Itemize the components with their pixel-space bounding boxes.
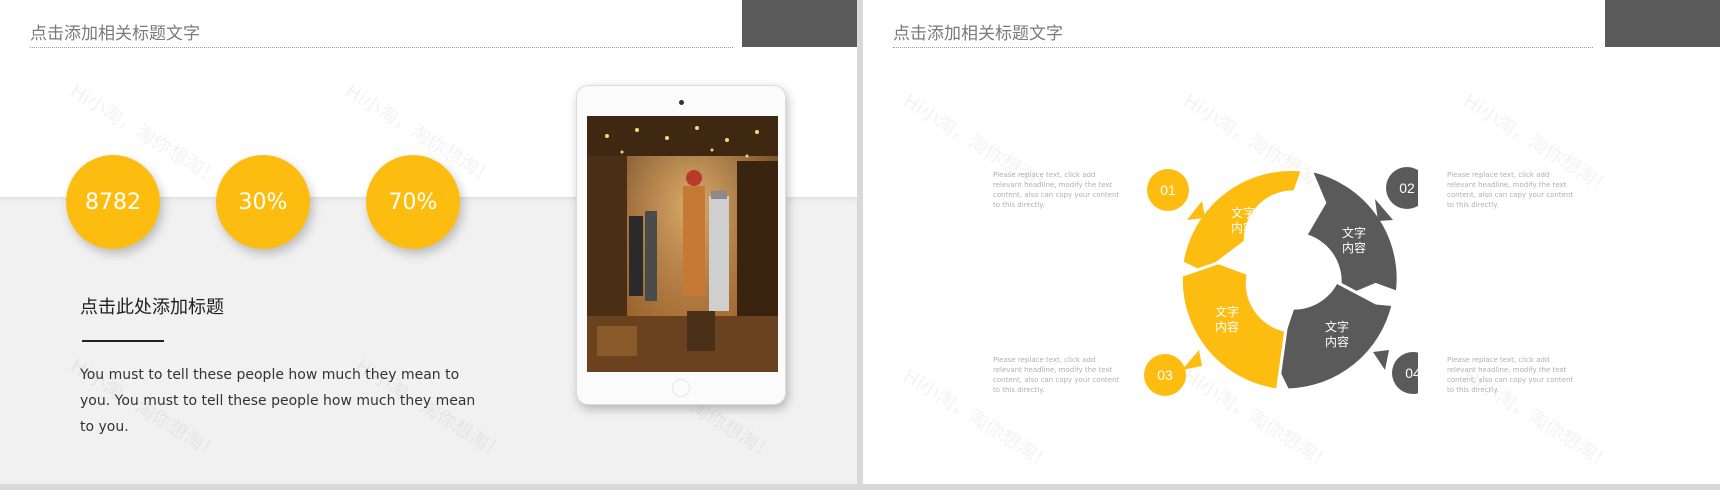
number-label-03: 03: [1157, 367, 1173, 383]
segment-label-line1: 文字: [1342, 225, 1366, 240]
arrow-tip-02: [1375, 199, 1393, 221]
segment-label-line2: 内容: [1231, 220, 1255, 235]
store-photo[interactable]: [587, 116, 778, 372]
corner-accent-block: [1605, 0, 1720, 47]
description-text-3[interactable]: Please replace text, click add relevant …: [993, 355, 1123, 395]
segment-label-line1: 文字: [1231, 205, 1255, 220]
slide-title[interactable]: 点击添加相关标题文字: [893, 19, 1063, 44]
tablet-mockup: [576, 85, 786, 405]
description-text-4[interactable]: Please replace text, click add relevant …: [1447, 355, 1577, 395]
arrow-tip-03: [1182, 350, 1202, 370]
number-label-04: 04: [1405, 365, 1418, 381]
stat-circle-2[interactable]: 30%: [216, 155, 310, 249]
slide-title[interactable]: 点击添加相关标题文字: [30, 19, 200, 44]
number-label-02: 02: [1399, 180, 1415, 196]
arrow-tip-04: [1373, 350, 1389, 370]
segment-label-line1: 文字: [1325, 319, 1349, 334]
home-button[interactable]: [672, 379, 690, 397]
stat-circle-3[interactable]: 70%: [366, 155, 460, 249]
slide-right: 点击添加相关标题文字 Hi小淘，淘你想淘！ Hi小淘，淘你想淘！ Hi小淘，淘你…: [863, 0, 1720, 484]
description-text-1[interactable]: Please replace text, click add relevant …: [993, 170, 1123, 210]
corner-accent-block: [742, 0, 857, 47]
title-divider: [30, 47, 733, 48]
body-paragraph[interactable]: You must to tell these people how much t…: [80, 362, 480, 440]
stat-circle-1[interactable]: 8782: [66, 155, 160, 249]
segment-label-line2: 内容: [1325, 334, 1349, 349]
segment-label-line1: 文字: [1215, 304, 1239, 319]
camera-dot: [679, 100, 684, 105]
segment-label-line2: 内容: [1342, 240, 1366, 255]
slide-left: 点击添加相关标题文字 Hi小淘，淘你想淘！ Hi小淘，淘你想淘！ Hi小淘，淘你…: [0, 0, 857, 484]
number-label-01: 01: [1160, 182, 1176, 198]
segment-label-line2: 内容: [1215, 319, 1239, 334]
cycle-diagram: 01 02 03 04 文字 内容 文字 内容 文字 内容 文字 内容: [1144, 167, 1418, 396]
title-divider: [893, 47, 1593, 48]
arrow-tip-01: [1187, 201, 1205, 220]
section-heading[interactable]: 点击此处添加标题: [80, 293, 224, 319]
description-text-2[interactable]: Please replace text, click add relevant …: [1447, 170, 1577, 210]
heading-underline: [82, 340, 164, 342]
